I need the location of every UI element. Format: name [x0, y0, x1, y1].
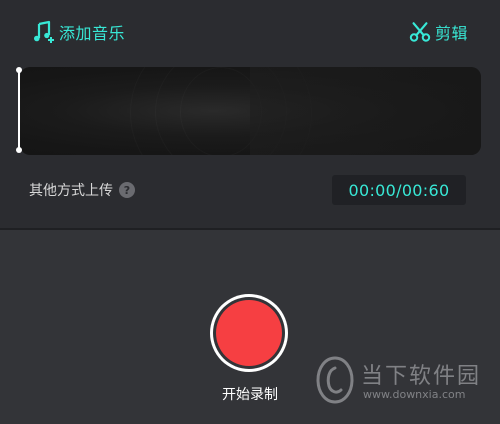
start-recording-button[interactable] [210, 294, 288, 372]
other-upload-label: 其他方式上传 [29, 183, 113, 199]
watermark-site-url: www.downxia.com [363, 388, 466, 401]
playhead-handle-top[interactable] [16, 67, 22, 73]
audio-waveform-track[interactable] [20, 67, 481, 155]
music-note-plus-icon [34, 20, 54, 43]
watermark-logo-icon [316, 356, 354, 404]
edit-button[interactable]: 剪辑 [409, 19, 468, 45]
other-upload-methods[interactable]: 其他方式上传 ? [29, 180, 135, 200]
record-button-ring [213, 297, 285, 369]
playhead-handle-bottom[interactable] [16, 147, 22, 153]
timer-text: 00:00/00:60 [348, 180, 450, 200]
watermark-site-name: 当下软件园 [361, 364, 482, 389]
add-music-button[interactable]: 添加音乐 [32, 19, 125, 45]
waveform-shade [250, 67, 481, 155]
site-watermark: 当下软件园 www.downxia.com [315, 356, 495, 416]
add-music-label: 添加音乐 [59, 24, 126, 43]
start-recording-label: 开始录制 [222, 387, 278, 403]
record-dot-icon [216, 300, 282, 366]
scissors-icon [409, 22, 431, 42]
question-circle-icon[interactable]: ? [119, 182, 135, 198]
playhead-cursor[interactable] [18, 70, 20, 150]
recording-timer: 00:00/00:60 [332, 175, 466, 205]
edit-label: 剪辑 [434, 24, 468, 43]
